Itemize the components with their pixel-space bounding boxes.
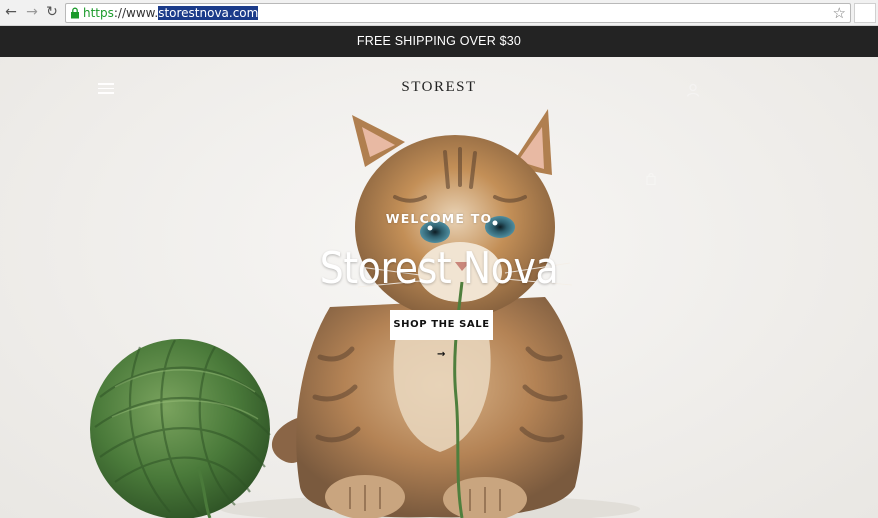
hero-banner: STOREST WELCOME TO Storest Nova SHOP THE… <box>0 57 878 518</box>
extension-slot[interactable] <box>854 3 876 23</box>
cart-icon[interactable] <box>646 173 656 185</box>
announcement-bar: FREE SHIPPING OVER $30 <box>0 26 878 57</box>
url-text[interactable]: https://www.storestnova.com <box>83 6 259 21</box>
lock-icon <box>71 7 79 19</box>
forward-arrow-icon[interactable]: → <box>24 4 40 20</box>
url-prefix: ://www. <box>113 6 159 20</box>
star-icon[interactable]: ☆ <box>833 4 846 22</box>
url-selected-host: storestnova.com <box>158 6 259 20</box>
account-icon[interactable] <box>686 83 700 97</box>
hero-title: Storest Nova <box>319 243 559 294</box>
shop-the-sale-button[interactable]: SHOP THE SALE → <box>390 310 493 360</box>
back-arrow-icon[interactable]: ← <box>3 4 19 20</box>
hero-eyebrow: WELCOME TO <box>385 211 493 226</box>
site-logo[interactable]: STOREST <box>0 79 878 96</box>
address-bar[interactable]: https://www.storestnova.com ☆ <box>65 3 851 23</box>
browser-toolbar: ← → ↻ https://www.storestnova.com ☆ <box>0 0 878 26</box>
reload-icon[interactable]: ↻ <box>44 4 60 20</box>
url-scheme: https <box>83 6 114 20</box>
